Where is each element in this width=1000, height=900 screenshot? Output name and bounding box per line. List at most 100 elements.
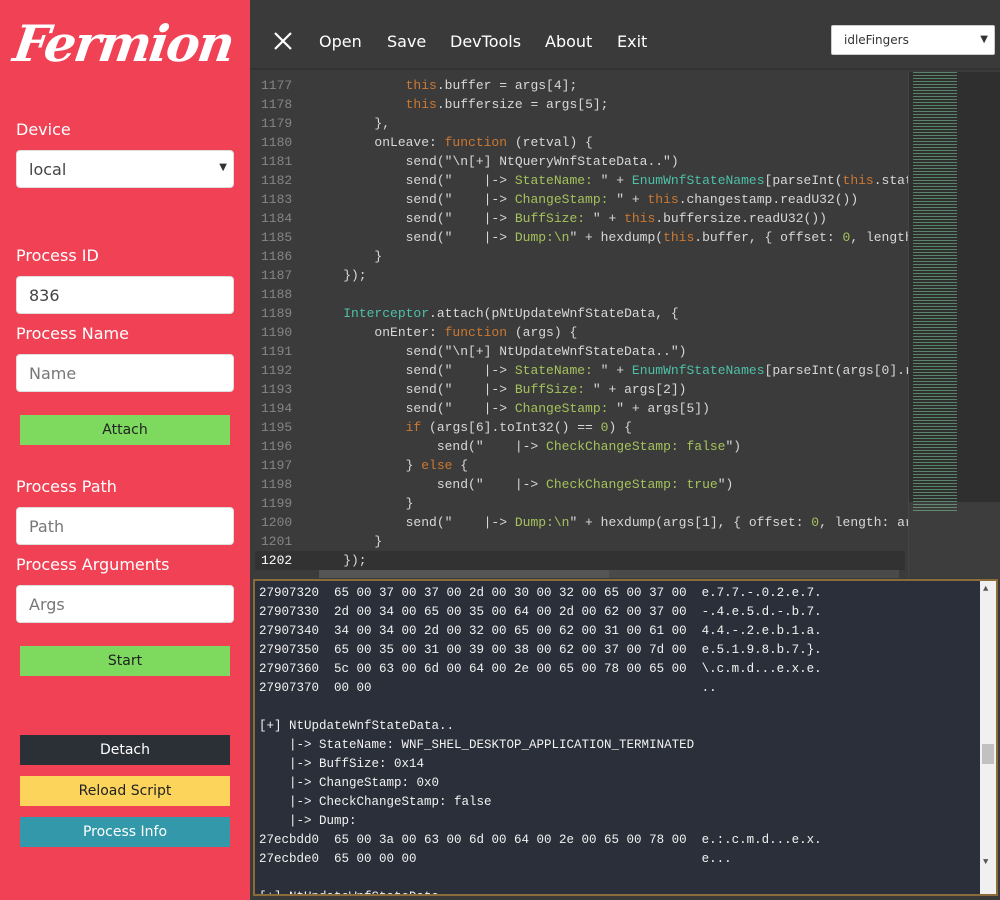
code-line: 1189 Interceptor.attach(pNtUpdateWnfStat… bbox=[255, 304, 905, 323]
line-number: 1202 bbox=[261, 553, 293, 568]
code-token: " + bbox=[592, 211, 625, 226]
output-console[interactable]: 27907320 65 00 37 00 37 00 2d 00 30 00 3… bbox=[253, 579, 998, 896]
line-number: 1181 bbox=[261, 154, 293, 169]
line-number: 1179 bbox=[261, 116, 293, 131]
code-token: ") bbox=[725, 439, 742, 454]
process-id-label: Process ID bbox=[16, 246, 99, 265]
code-token: " + bbox=[600, 173, 632, 188]
process-arguments-input[interactable]: Args bbox=[16, 585, 234, 623]
code-line: 1195 if (args[6].toInt32() == 0) { bbox=[255, 418, 905, 437]
menu-exit[interactable]: Exit bbox=[617, 32, 647, 51]
device-value: local bbox=[29, 160, 67, 179]
code-line: 1177 this.buffer = args[4]; bbox=[255, 76, 905, 95]
code-token: send("\n[+] NtUpdateWnfStateData..") bbox=[312, 344, 687, 359]
line-number: 1178 bbox=[261, 97, 293, 112]
vertical-scrollbar[interactable]: ▲ ▼ bbox=[980, 581, 996, 894]
process-id-input[interactable]: 836 bbox=[16, 276, 234, 314]
chevron-down-icon: ▼ bbox=[219, 162, 227, 173]
code-token: " + bbox=[600, 363, 632, 378]
code-token: send(" |-> bbox=[312, 515, 515, 530]
line-number: 1197 bbox=[261, 458, 293, 473]
process-arguments-label: Process Arguments bbox=[16, 555, 170, 574]
code-token: function bbox=[444, 135, 508, 150]
menu-about[interactable]: About bbox=[545, 32, 592, 51]
process-name-label: Process Name bbox=[16, 324, 129, 343]
code-token: BuffSize: bbox=[514, 382, 593, 397]
output-line: |-> CheckChangeStamp: false bbox=[259, 795, 492, 809]
line-number: 1191 bbox=[261, 344, 293, 359]
code-token: } bbox=[312, 534, 383, 549]
code-token: (args) { bbox=[507, 325, 578, 340]
process-path-input[interactable]: Path bbox=[16, 507, 234, 545]
output-line: 27907330 2d 00 34 00 65 00 35 00 64 00 2… bbox=[259, 605, 822, 619]
code-line: 1202 }); bbox=[255, 551, 905, 570]
code-token: ChangeStamp: bbox=[514, 192, 617, 207]
code-token: onEnter: bbox=[312, 325, 445, 340]
output-line: [+] NtUpdateWnfStateData.. bbox=[259, 888, 454, 894]
code-line: 1190 onEnter: function (args) { bbox=[255, 323, 905, 342]
horizontal-scrollbar[interactable] bbox=[319, 570, 899, 578]
code-token: " + hexdump(args[1], { offset: bbox=[569, 515, 812, 530]
code-token: send(" |-> bbox=[312, 382, 515, 397]
reload-script-button[interactable]: Reload Script bbox=[20, 776, 230, 806]
code-token: CheckChangeStamp: true bbox=[546, 477, 718, 492]
line-number: 1195 bbox=[261, 420, 293, 435]
code-token: }); bbox=[312, 553, 367, 568]
process-info-button[interactable]: Process Info bbox=[20, 817, 230, 847]
code-line: 1179 }, bbox=[255, 114, 905, 133]
menu-open[interactable]: Open bbox=[319, 32, 362, 51]
line-number: 1182 bbox=[261, 173, 293, 188]
code-line: 1186 } bbox=[255, 247, 905, 266]
theme-value: idleFingers bbox=[844, 33, 909, 47]
line-number: 1199 bbox=[261, 496, 293, 511]
line-number: 1187 bbox=[261, 268, 293, 283]
code-line: 1183 send(" |-> ChangeStamp: " + this.ch… bbox=[255, 190, 905, 209]
code-editor[interactable]: 1177 this.buffer = args[4]; 1178 this.buf… bbox=[255, 72, 1000, 578]
code-token: else bbox=[421, 458, 453, 473]
code-token: .buffer = args[4]; bbox=[436, 78, 578, 93]
minimap[interactable] bbox=[908, 72, 1000, 578]
code-token: 0 bbox=[811, 515, 820, 530]
line-number: 1190 bbox=[261, 325, 293, 340]
menu-devtools[interactable]: DevTools bbox=[450, 32, 521, 51]
sidebar: Fermion Device local ▼ Process ID 836 Pro… bbox=[0, 0, 250, 900]
code-token: send(" |-> bbox=[312, 363, 515, 378]
line-number: 1184 bbox=[261, 211, 293, 226]
output-line: |-> Dump: bbox=[259, 814, 357, 828]
output-line: 27907320 65 00 37 00 37 00 2d 00 30 00 3… bbox=[259, 586, 822, 600]
scroll-up-icon[interactable]: ▲ bbox=[983, 584, 988, 594]
menu-save[interactable]: Save bbox=[387, 32, 426, 51]
code-token: this bbox=[842, 173, 874, 188]
close-icon[interactable] bbox=[272, 30, 294, 52]
code-token: ) { bbox=[608, 420, 632, 435]
output-line: 27907360 5c 00 63 00 6d 00 64 00 2e 00 6… bbox=[259, 662, 822, 676]
code-token: } bbox=[312, 458, 422, 473]
code-line: 1178 this.buffersize = args[5]; bbox=[255, 95, 905, 114]
fermion-logo: Fermion bbox=[9, 14, 237, 73]
code-line: 1197 } else { bbox=[255, 456, 905, 475]
output-line: |-> ChangeStamp: 0x0 bbox=[259, 776, 440, 790]
code-token: " + args[5]) bbox=[616, 401, 710, 416]
code-token: this bbox=[405, 78, 437, 93]
process-name-input[interactable]: Name bbox=[16, 354, 234, 392]
code-token: function bbox=[444, 325, 508, 340]
code-line: 1200 send(" |-> Dump:\n" + hexdump(args[… bbox=[255, 513, 944, 532]
start-button[interactable]: Start bbox=[20, 646, 230, 676]
device-select[interactable]: local ▼ bbox=[16, 150, 234, 188]
theme-select[interactable]: idleFingers ▼ bbox=[831, 25, 995, 55]
code-line: 1180 onLeave: function (retval) { bbox=[255, 133, 905, 152]
code-token: { bbox=[452, 458, 469, 473]
code-token: send("\n[+] NtQueryWnfStateData..") bbox=[312, 154, 679, 169]
line-number: 1194 bbox=[261, 401, 293, 416]
code-line: 1191 send("\n[+] NtUpdateWnfStateData.."… bbox=[255, 342, 905, 361]
code-token: send(" |-> bbox=[312, 230, 515, 245]
detach-button[interactable]: Detach bbox=[20, 735, 230, 765]
code-token: EnumWnfStateNames bbox=[631, 173, 765, 188]
line-number: 1183 bbox=[261, 192, 293, 207]
attach-button[interactable]: Attach bbox=[20, 415, 230, 445]
scroll-down-icon[interactable]: ▼ bbox=[983, 857, 988, 867]
line-number: 1177 bbox=[261, 78, 293, 93]
